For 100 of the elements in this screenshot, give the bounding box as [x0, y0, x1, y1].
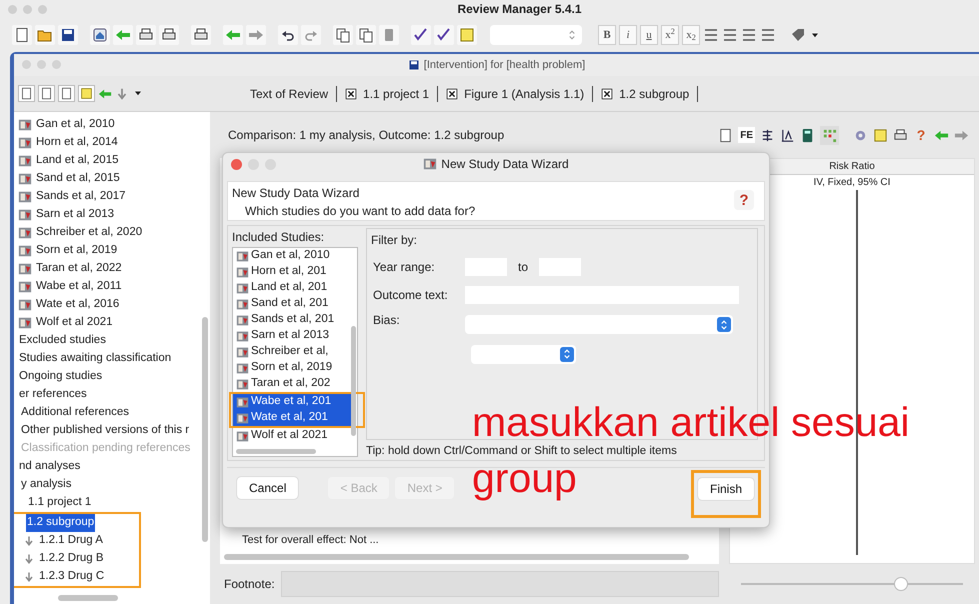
home-icon[interactable]	[92, 27, 108, 43]
list-item[interactable]: Gan et al, 2010	[233, 248, 351, 264]
tree-item[interactable]: Ongoing studies	[18, 368, 104, 386]
tree-item[interactable]: 1.1 project 1	[27, 494, 92, 512]
tree-item[interactable]: Horn et al, 2014	[35, 134, 119, 152]
tree-item[interactable]: 1.2.1 Drug A	[38, 532, 104, 550]
note-icon[interactable]	[80, 87, 93, 100]
tab[interactable]: 1.1 project 1	[337, 86, 438, 102]
tree-item[interactable]: Taran et al, 2022	[35, 260, 123, 278]
list-item[interactable]: Wolf et al 2021	[233, 428, 351, 444]
list-item[interactable]: Sorn et al, 2019	[233, 360, 351, 376]
tree-item[interactable]: y analysis	[20, 476, 72, 494]
slider-thumb[interactable]	[894, 577, 908, 591]
format-button[interactable]: x$^{2}$	[661, 25, 679, 45]
copy-icon[interactable]	[358, 27, 374, 43]
tree-item[interactable]: Sand et al, 2015	[35, 170, 121, 188]
tree-item[interactable]: 1.2.2 Drug B	[38, 550, 105, 568]
close-button[interactable]	[231, 159, 242, 170]
study-icon	[236, 330, 249, 342]
indent-icon[interactable]	[741, 27, 757, 43]
dropdown[interactable]	[471, 344, 576, 364]
close-icon[interactable]	[446, 88, 458, 100]
list-item[interactable]: Schreiber et al,	[233, 344, 351, 360]
study-icon	[18, 136, 32, 150]
calculator-icon[interactable]	[800, 128, 815, 142]
save-icon[interactable]	[60, 27, 76, 43]
tag-icon[interactable]	[790, 27, 806, 43]
scrollbar[interactable]	[202, 317, 208, 542]
copy-icon[interactable]	[335, 27, 351, 43]
list-item[interactable]: Wabe et al, 201	[233, 394, 351, 410]
close-icon[interactable]	[345, 88, 358, 100]
zoom-slider[interactable]	[741, 577, 963, 591]
tree-item[interactable]: Sarn et al 2013	[35, 206, 116, 224]
study-icon	[18, 262, 32, 276]
dialog-button[interactable]: Finish	[698, 478, 754, 500]
tree-item[interactable]: Wolf et al 2021	[35, 314, 114, 332]
grid-icon[interactable]	[822, 128, 837, 142]
scrollbar[interactable]	[58, 595, 118, 601]
tree-item[interactable]: 1.2 subgroup	[26, 514, 96, 532]
list-item[interactable]: Sands et al, 201	[233, 312, 351, 328]
dialog-button[interactable]: Cancel	[237, 476, 298, 498]
tab[interactable]: Figure 1 (Analysis 1.1)	[438, 86, 594, 102]
tree-item[interactable]: Excluded studies	[18, 332, 107, 350]
field-label: Year range:	[372, 259, 436, 276]
list-icon[interactable]	[703, 27, 719, 43]
method-label: IV, Fixed, 95% CI	[812, 176, 892, 190]
study-icon	[236, 396, 249, 408]
study-icon	[18, 154, 32, 168]
list-item[interactable]: Sand et al, 201	[233, 296, 351, 312]
scrollbar[interactable]	[224, 554, 689, 560]
new-document-icon[interactable]	[14, 27, 30, 43]
tree-item[interactable]: Wate et al, 2016	[35, 296, 120, 314]
fixed-effect-button[interactable]: FE	[738, 127, 755, 143]
bias-dropdown[interactable]	[465, 315, 733, 334]
list-item[interactable]: Wate et al, 201	[233, 410, 351, 426]
study-icon	[236, 430, 249, 442]
tab[interactable]: Text of Review	[242, 86, 338, 102]
list-icon[interactable]	[722, 27, 738, 43]
list-item[interactable]: Land et al, 201	[233, 280, 351, 296]
comparison-label: Comparison: 1 my analysis, Outcome: 1.2 subgroup	[228, 127, 504, 144]
format-button[interactable]: u	[640, 25, 658, 45]
printer-icon[interactable]	[893, 128, 908, 142]
help-button[interactable]: ?	[734, 190, 754, 210]
list-item[interactable]: Sarn et al 2013	[233, 328, 351, 344]
list-item[interactable]: Horn et al, 201	[233, 264, 351, 280]
tree-item[interactable]: nd analyses	[18, 458, 82, 476]
back-arrow-icon[interactable]	[225, 27, 241, 43]
forest-plot-icon[interactable]	[760, 128, 775, 142]
tree-item[interactable]: Studies awaiting classification	[18, 350, 172, 368]
tree-item[interactable]: Gan et al, 2010	[35, 116, 116, 134]
spellcheck-icon[interactable]	[413, 27, 429, 43]
tree-item[interactable]: Schreiber et al, 2020	[35, 224, 144, 242]
tree-item[interactable]: Wabe et al, 2011	[35, 278, 123, 296]
tree-item[interactable]: 1.2.3 Drug C	[38, 568, 106, 586]
overall-effect-text: Test for overall effect: Not ...	[242, 532, 379, 548]
footnote-field[interactable]	[280, 571, 719, 597]
tree-item[interactable]: Land et al, 2015	[35, 152, 120, 170]
tree-item[interactable]: er references	[18, 386, 88, 404]
field-label: to	[518, 259, 528, 276]
tree-item[interactable]: Sorn et al, 2019	[35, 242, 118, 260]
scrollbar[interactable]	[236, 449, 316, 454]
close-icon[interactable]	[601, 88, 614, 100]
scrollbar[interactable]	[351, 326, 356, 436]
spellcheck-icon[interactable]	[436, 27, 452, 43]
arrow-icon[interactable]	[115, 27, 131, 43]
format-button[interactable]: B	[598, 25, 616, 45]
study-icon	[236, 298, 249, 310]
forward-arrow-icon[interactable]	[248, 27, 264, 43]
format-button[interactable]: x$_{2}$	[682, 25, 700, 45]
number-field[interactable]	[490, 25, 582, 45]
format-button[interactable]: i	[619, 25, 637, 45]
note-icon[interactable]	[873, 128, 888, 142]
tab[interactable]: 1.2 subgroup	[593, 86, 698, 102]
funnel-plot-icon[interactable]	[780, 128, 795, 142]
list-item[interactable]: Taran et al, 202	[233, 376, 351, 392]
indent-icon[interactable]	[760, 27, 776, 43]
tree-item[interactable]: Additional references	[20, 404, 130, 422]
tree-item[interactable]: Other published versions of this r	[20, 422, 190, 440]
dialog-title: New Study Data Wizard	[441, 156, 569, 173]
tree-item[interactable]: Sands et al, 2017	[35, 188, 127, 206]
